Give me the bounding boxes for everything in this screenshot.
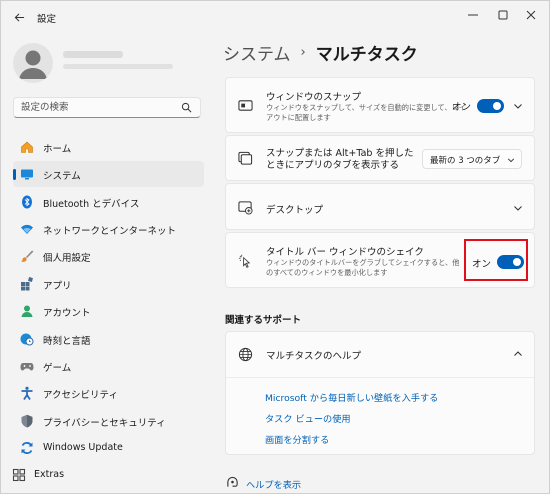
snap-window-icon xyxy=(238,100,253,111)
sidebar-item-windows-update[interactable]: Windows Update xyxy=(13,435,204,461)
link-split-screen[interactable]: 画面を分割する xyxy=(265,432,329,446)
sidebar-item-accounts[interactable]: アカウント xyxy=(13,298,204,324)
gamepad-icon xyxy=(20,363,34,371)
user-name-blurred xyxy=(63,51,123,58)
breadcrumb: システム › マルチタスク xyxy=(223,40,418,65)
alt-tab-dropdown-value: 最新の 3 つのタブ xyxy=(430,156,501,166)
globe-icon xyxy=(238,347,253,362)
help-title[interactable]: マルチタスクのヘルプ xyxy=(266,348,361,362)
shake-title: タイトル バー ウィンドウのシェイク xyxy=(266,247,424,258)
chevron-down-icon xyxy=(507,158,515,163)
snap-subtitle: ウィンドウをスナップして、サイズを自動的に変更して、レイアウトに配置します xyxy=(266,103,466,122)
snap-toggle[interactable] xyxy=(477,99,504,113)
snap-windows-card[interactable]: ウィンドウのスナップ ウィンドウをスナップして、サイズを自動的に変更して、レイア… xyxy=(225,77,535,133)
breadcrumb-separator: › xyxy=(300,45,306,60)
sidebar-item-label: アカウント xyxy=(43,308,91,319)
link-wallpaper[interactable]: Microsoft から毎日新しい壁紙を入手する xyxy=(265,390,438,404)
sidebar-item-network[interactable]: ネットワークとインターネット xyxy=(13,216,204,242)
close-icon xyxy=(526,10,536,20)
globe-clock-icon xyxy=(20,333,34,346)
shield-icon xyxy=(21,414,33,428)
app-title: 設定 xyxy=(37,14,57,25)
help-icon xyxy=(227,476,238,487)
sidebar-item-extras[interactable]: Extras xyxy=(1,462,151,488)
sidebar-item-label: システム xyxy=(43,171,81,182)
highlight-box xyxy=(464,239,528,281)
alt-tab-dropdown[interactable]: 最新の 3 つのタブ xyxy=(422,149,522,169)
link-task-view[interactable]: タスク ビューの使用 xyxy=(265,411,351,425)
sidebar-item-label: 個人用設定 xyxy=(43,253,91,264)
sidebar-item-label: ゲーム xyxy=(43,363,72,374)
sidebar-item-label: Extras xyxy=(34,469,65,480)
sidebar-item-bluetooth[interactable]: Bluetooth とデバイス xyxy=(13,189,204,215)
chevron-down-icon[interactable] xyxy=(513,101,523,111)
back-arrow-icon xyxy=(14,12,24,22)
sidebar-item-system[interactable]: システム xyxy=(13,161,204,187)
snap-title: ウィンドウのスナップ xyxy=(266,92,362,103)
sidebar-item-label: Windows Update xyxy=(43,442,123,453)
close-button[interactable] xyxy=(517,5,545,25)
sidebar-item-gaming[interactable]: ゲーム xyxy=(13,353,204,379)
minimize-button[interactable] xyxy=(459,5,487,25)
extras-icon xyxy=(12,468,26,482)
sidebar-item-label: アクセシビリティ xyxy=(43,390,118,401)
person-icon xyxy=(21,305,33,317)
avatar[interactable] xyxy=(13,43,53,83)
user-email-blurred xyxy=(63,64,173,69)
shake-subtitle: ウィンドウのタイトルバーをグラブしてシェイクすると、他のすべてのウィンドウを最小… xyxy=(266,258,460,277)
search-input[interactable] xyxy=(14,98,174,117)
back-button[interactable] xyxy=(9,7,29,27)
alt-tab-icon xyxy=(238,151,253,165)
sidebar-item-accessibility[interactable]: アクセシビリティ xyxy=(13,380,204,406)
sidebar-item-apps[interactable]: アプリ xyxy=(13,271,204,297)
sidebar-item-time-language[interactable]: 時刻と言語 xyxy=(13,326,204,352)
desktops-title: デスクトップ xyxy=(266,205,324,216)
bluetooth-icon xyxy=(22,195,32,209)
desktop-add-icon xyxy=(238,201,253,215)
chevron-up-icon[interactable] xyxy=(513,349,523,359)
sidebar-item-home[interactable]: ホーム xyxy=(13,134,204,160)
maximize-button[interactable] xyxy=(489,5,517,25)
search-box[interactable] xyxy=(13,97,201,118)
shake-cursor-icon xyxy=(238,254,251,268)
apps-icon xyxy=(21,277,33,291)
update-icon xyxy=(21,442,33,454)
person-avatar-icon xyxy=(19,50,47,79)
sidebar-item-label: ホーム xyxy=(43,144,72,155)
sidebar-item-label: プライバシーとセキュリティ xyxy=(43,418,166,429)
desktops-card[interactable]: デスクトップ xyxy=(225,183,535,230)
snap-state-label: オン xyxy=(452,102,472,113)
home-icon xyxy=(21,141,33,153)
alt-tab-title: スナップまたは Alt+Tab を押したときにアプリのタブを表示する xyxy=(266,148,414,171)
sidebar-item-label: Bluetooth とデバイス xyxy=(43,199,140,210)
breadcrumb-parent[interactable]: システム xyxy=(223,40,291,65)
related-support-heading: 関連するサポート xyxy=(225,315,302,326)
display-icon xyxy=(21,169,33,180)
alt-tab-card: スナップまたは Alt+Tab を押したときにアプリのタブを表示する 最新の 3… xyxy=(225,135,535,181)
title-bar: 設定 xyxy=(1,1,549,31)
brush-icon xyxy=(21,250,34,262)
accessibility-icon xyxy=(21,386,33,400)
divider xyxy=(226,377,534,378)
chevron-down-icon[interactable] xyxy=(513,203,523,213)
minimize-icon xyxy=(468,14,478,16)
page-title: マルチタスク xyxy=(315,45,418,65)
sidebar-item-label: アプリ xyxy=(43,281,72,292)
sidebar-item-label: 時刻と言語 xyxy=(43,336,91,347)
search-icon xyxy=(181,102,192,113)
wifi-icon xyxy=(21,224,33,234)
get-help-link[interactable]: ヘルプを表示 xyxy=(246,477,301,491)
maximize-icon xyxy=(498,10,508,20)
sidebar-item-privacy[interactable]: プライバシーとセキュリティ xyxy=(13,408,204,434)
sidebar-item-label: ネットワークとインターネット xyxy=(43,226,177,237)
sidebar-item-personalization[interactable]: 個人用設定 xyxy=(13,243,204,269)
